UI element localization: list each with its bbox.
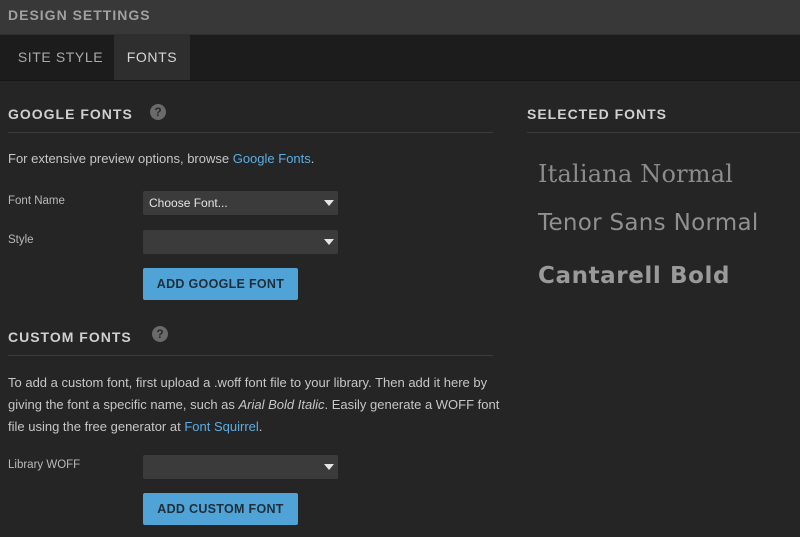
custom-fonts-heading: CUSTOM FONTS [8, 329, 132, 345]
font-name-select[interactable]: Choose Font... [143, 191, 338, 215]
add-google-font-button[interactable]: ADD GOOGLE FONT [143, 268, 298, 300]
window-title: DESIGN SETTINGS [8, 7, 151, 23]
add-custom-font-button[interactable]: ADD CUSTOM FONT [143, 493, 298, 525]
tab-fonts[interactable]: FONTS [114, 35, 190, 80]
font-squirrel-link[interactable]: Font Squirrel [184, 419, 258, 434]
selected-fonts-heading: SELECTED FONTS [527, 106, 668, 122]
selected-font-item: Tenor Sans Normal [538, 210, 759, 236]
selected-font-item: Italiana Normal [538, 160, 734, 188]
custom-fonts-help-icon[interactable]: ? [152, 326, 168, 342]
divider [8, 132, 493, 133]
selected-font-item: Cantarell Bold [538, 263, 731, 289]
chevron-down-icon [324, 200, 334, 206]
font-name-label: Font Name [8, 195, 65, 207]
library-woff-label: Library WOFF [8, 459, 81, 471]
chevron-down-icon [324, 464, 334, 470]
font-name-value: Choose Font... [149, 196, 228, 210]
google-fonts-help-icon[interactable]: ? [150, 104, 166, 120]
style-label: Style [8, 234, 34, 246]
tab-site-style[interactable]: SITE STYLE [8, 35, 113, 80]
chevron-down-icon [324, 239, 334, 245]
divider [527, 132, 800, 133]
library-woff-select[interactable] [143, 455, 338, 479]
google-fonts-intro: For extensive preview options, browse Go… [8, 151, 315, 166]
divider [8, 355, 493, 356]
custom-fonts-description: To add a custom font, first upload a .wo… [8, 375, 500, 434]
google-fonts-heading: GOOGLE FONTS [8, 106, 133, 122]
google-fonts-link[interactable]: Google Fonts [233, 151, 311, 166]
title-bar: DESIGN SETTINGS [0, 0, 800, 35]
tab-bar: SITE STYLE FONTS [0, 35, 800, 81]
style-select[interactable] [143, 230, 338, 254]
